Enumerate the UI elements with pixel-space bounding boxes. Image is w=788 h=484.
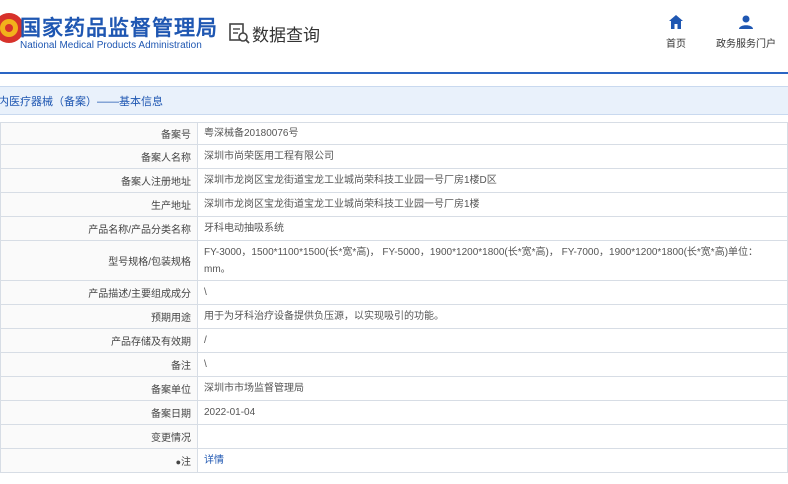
table-row: 备案单位 深圳市市场监督管理局 [0,376,788,401]
field-label: 型号规格/包装规格 [0,240,198,281]
field-value: 牙科电动抽吸系统 [197,216,788,241]
table-row: 产品名称/产品分类名称 牙科电动抽吸系统 [0,216,788,241]
field-value: 深圳市市场监督管理局 [197,376,788,401]
field-label: 预期用途 [0,304,198,329]
breadcrumb-text: 内医疗器械（备案）——基本信息 [0,96,163,108]
field-label: 变更情况 [0,424,198,449]
site-header: 国家药品监督管理局 National Medical Products Admi… [0,0,788,72]
field-value: 粤深械备20180076号 [197,122,788,145]
table-row: 型号规格/包装规格 FY-3000，1500*1100*1500(长*宽*高)，… [0,240,788,281]
field-value: \ [197,280,788,305]
page-title: 数据查询 [252,26,320,45]
field-value: 深圳市尚荣医用工程有限公司 [197,144,788,169]
table-row: 预期用途 用于为牙科治疗设备提供负压源，以实现吸引的功能。 [0,304,788,329]
field-label: 产品名称/产品分类名称 [0,216,198,241]
field-value [197,424,788,449]
field-label: 备案人名称 [0,144,198,169]
field-value: \ [197,352,788,377]
brand-title: 国家药品监督管理局 [20,17,218,40]
table-row: 备案日期 2022-01-04 [0,400,788,425]
field-label: 产品存储及有效期 [0,328,198,353]
field-value: 深圳市龙岗区宝龙街道宝龙工业城尚荣科技工业园一号厂房1楼 [197,192,788,217]
field-value: / [197,328,788,353]
table-row: ●注 详情 [0,448,788,473]
details-link[interactable]: 详情 [204,455,224,466]
detail-table: 备案号 粤深械备20180076号 备案人名称 深圳市尚荣医用工程有限公司 备案… [0,122,788,473]
note-label-cell: ●注 [0,448,198,473]
field-label: 生产地址 [0,192,198,217]
home-icon [669,15,683,29]
table-row: 生产地址 深圳市龙岗区宝龙街道宝龙工业城尚荣科技工业园一号厂房1楼 [0,192,788,217]
table-row: 变更情况 [0,424,788,449]
field-value: 深圳市龙岗区宝龙街道宝龙工业城尚荣科技工业园一号厂房1楼D区 [197,168,788,193]
table-row: 备案人注册地址 深圳市龙岗区宝龙街道宝龙工业城尚荣科技工业园一号厂房1楼D区 [0,168,788,193]
nav-home[interactable]: 首页 [660,14,692,50]
table-row: 备注 \ [0,352,788,377]
user-icon [739,15,753,29]
field-label: 注 [181,457,191,468]
field-label: 备案号 [0,122,198,145]
table-row: 备案人名称 深圳市尚荣医用工程有限公司 [0,144,788,169]
field-label: 产品描述/主要组成成分 [0,280,198,305]
field-label: 备案人注册地址 [0,168,198,193]
field-value: 2022-01-04 [197,400,788,425]
field-label: 备案日期 [0,400,198,425]
table-row: 备案号 粤深械备20180076号 [0,122,788,145]
field-label: 备案单位 [0,376,198,401]
header-divider [0,72,788,74]
field-value: 详情 [197,448,788,473]
nav-service-portal[interactable]: 政务服务门户 [712,14,780,50]
field-value: FY-3000，1500*1100*1500(长*宽*高)， FY-5000，1… [197,240,788,281]
data-query-icon [229,23,250,44]
field-value: 用于为牙科治疗设备提供负压源，以实现吸引的功能。 [197,304,788,329]
table-row: 产品描述/主要组成成分 \ [0,280,788,305]
breadcrumb: 内医疗器械（备案）——基本信息 [0,86,788,115]
table-row: 产品存储及有效期 / [0,328,788,353]
field-label: 备注 [0,352,198,377]
nav-portal-label: 政务服务门户 [716,39,776,50]
nav-home-label: 首页 [666,39,686,50]
brand-subtitle: National Medical Products Administration [20,40,202,51]
